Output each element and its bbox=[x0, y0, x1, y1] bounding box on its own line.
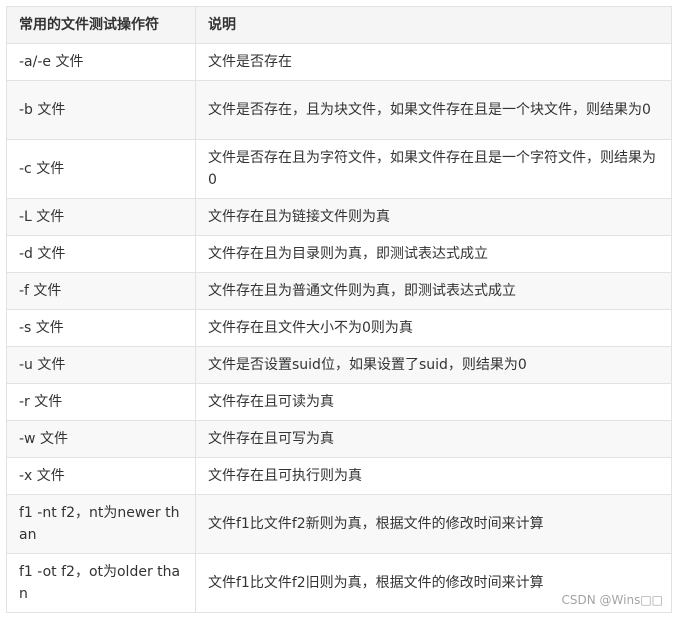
operator-cell: -x 文件 bbox=[6, 457, 196, 495]
operator-cell: -L 文件 bbox=[6, 198, 196, 236]
operator-cell: -b 文件 bbox=[6, 80, 196, 140]
operator-cell: f1 -nt f2，nt为newer than bbox=[6, 494, 196, 554]
description-cell: 文件存在且为普通文件则为真，即测试表达式成立 bbox=[195, 272, 672, 310]
header-row: 常用的文件测试操作符 说明 bbox=[6, 6, 672, 44]
operator-cell: -r 文件 bbox=[6, 383, 196, 421]
table-row: -L 文件 文件存在且为链接文件则为真 bbox=[6, 198, 672, 236]
operator-cell: f1 -ot f2，ot为older than bbox=[6, 553, 196, 613]
table-row: -d 文件 文件存在且为目录则为真，即测试表达式成立 bbox=[6, 235, 672, 273]
description-cell: 文件是否设置suid位，如果设置了suid，则结果为0 bbox=[195, 346, 672, 384]
header-description: 说明 bbox=[195, 6, 672, 44]
table-row: -c 文件 文件是否存在且为字符文件，如果文件存在且是一个字符文件，则结果为0 bbox=[6, 139, 672, 199]
description-cell: 文件存在且可写为真 bbox=[195, 420, 672, 458]
operator-cell: -s 文件 bbox=[6, 309, 196, 347]
table-row: -a/-e 文件 文件是否存在 bbox=[6, 43, 672, 81]
table-row: -s 文件 文件存在且文件大小不为0则为真 bbox=[6, 309, 672, 347]
csdn-watermark: CSDN @Wins□□ bbox=[561, 593, 664, 607]
document: 常用的文件测试操作符 说明 -a/-e 文件 文件是否存在 -b 文件 文件是否… bbox=[6, 6, 672, 613]
description-cell: 文件存在且可读为真 bbox=[195, 383, 672, 421]
operator-cell: -w 文件 bbox=[6, 420, 196, 458]
description-cell: 文件存在且文件大小不为0则为真 bbox=[195, 309, 672, 347]
description-cell: 文件存在且为目录则为真，即测试表达式成立 bbox=[195, 235, 672, 273]
file-test-operators-table: 常用的文件测试操作符 说明 -a/-e 文件 文件是否存在 -b 文件 文件是否… bbox=[6, 6, 672, 613]
table-row: -w 文件 文件存在且可写为真 bbox=[6, 420, 672, 458]
operator-cell: -u 文件 bbox=[6, 346, 196, 384]
table-row: -u 文件 文件是否设置suid位，如果设置了suid，则结果为0 bbox=[6, 346, 672, 384]
description-cell: 文件存在且为链接文件则为真 bbox=[195, 198, 672, 236]
description-cell: 文件存在且可执行则为真 bbox=[195, 457, 672, 495]
table-body: -a/-e 文件 文件是否存在 -b 文件 文件是否存在，且为块文件，如果文件存… bbox=[6, 43, 672, 613]
table-row: f1 -nt f2，nt为newer than 文件f1比文件f2新则为真，根据… bbox=[6, 494, 672, 554]
table-row: -f 文件 文件存在且为普通文件则为真，即测试表达式成立 bbox=[6, 272, 672, 310]
description-cell: 文件f1比文件f2新则为真，根据文件的修改时间来计算 bbox=[195, 494, 672, 554]
table-row: -r 文件 文件存在且可读为真 bbox=[6, 383, 672, 421]
table-row: -b 文件 文件是否存在，且为块文件，如果文件存在且是一个块文件，则结果为0 bbox=[6, 80, 672, 140]
description-cell: 文件是否存在且为字符文件，如果文件存在且是一个字符文件，则结果为0 bbox=[195, 139, 672, 199]
table-header: 常用的文件测试操作符 说明 bbox=[6, 6, 672, 44]
header-operator: 常用的文件测试操作符 bbox=[6, 6, 196, 44]
operator-cell: -c 文件 bbox=[6, 139, 196, 199]
description-cell: 文件是否存在 bbox=[195, 43, 672, 81]
operator-cell: -d 文件 bbox=[6, 235, 196, 273]
operator-cell: -a/-e 文件 bbox=[6, 43, 196, 81]
description-cell: 文件是否存在，且为块文件，如果文件存在且是一个块文件，则结果为0 bbox=[195, 80, 672, 140]
table-row: -x 文件 文件存在且可执行则为真 bbox=[6, 457, 672, 495]
operator-cell: -f 文件 bbox=[6, 272, 196, 310]
